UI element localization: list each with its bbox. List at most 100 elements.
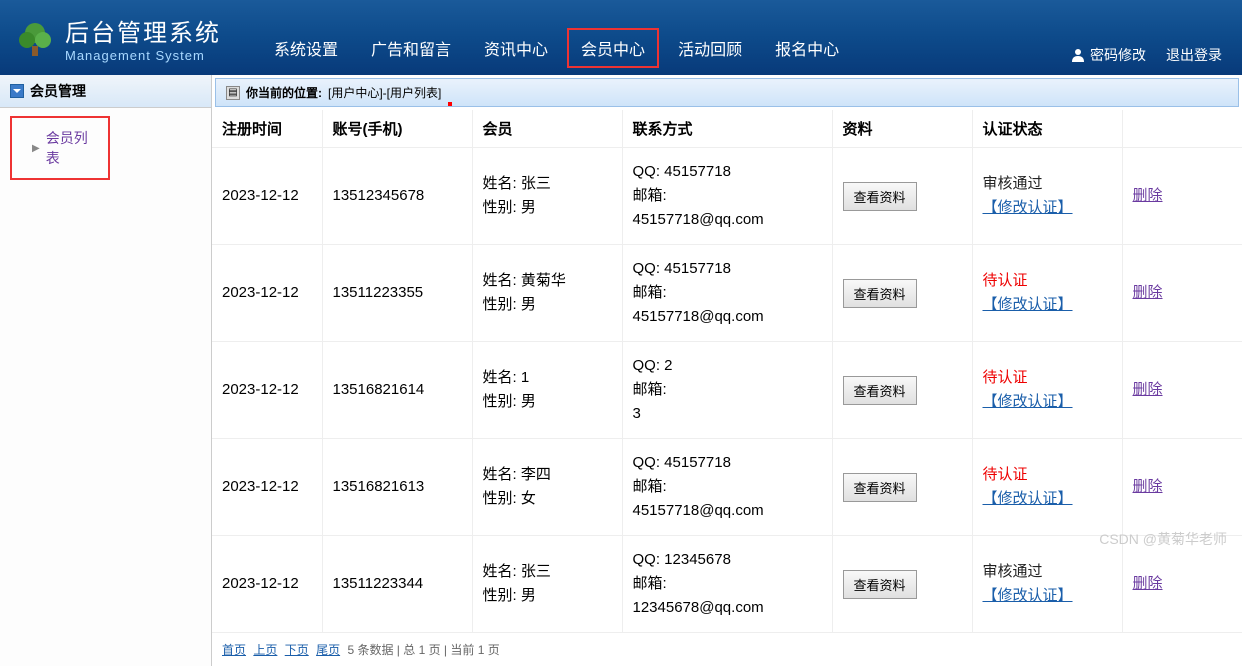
col-auth: 认证状态 — [972, 110, 1122, 148]
pager-last[interactable]: 尾页 — [316, 643, 340, 657]
logout-link[interactable]: 退出登录 — [1166, 45, 1222, 65]
cell-auth: 待认证【修改认证】 — [972, 245, 1122, 342]
sidebar-group-title: 会员管理 — [30, 81, 86, 101]
cell-contact: QQ: 45157718邮箱:45157718@qq.com — [622, 148, 832, 245]
table-row: 2023-12-1213511223344姓名: 张三性别: 男QQ: 1234… — [212, 536, 1242, 633]
cell-auth: 待认证【修改认证】 — [972, 439, 1122, 536]
table-row: 2023-12-1213512345678姓名: 张三性别: 男QQ: 4515… — [212, 148, 1242, 245]
change-password-label: 密码修改 — [1090, 45, 1146, 65]
app-subtitle: Management System — [65, 48, 221, 63]
nav-item-4[interactable]: 活动回顾 — [664, 28, 756, 68]
table-row: 2023-12-1213511223355姓名: 黄菊华性别: 男QQ: 451… — [212, 245, 1242, 342]
change-password-link[interactable]: 密码修改 — [1071, 45, 1146, 65]
breadcrumb: ▤ 你当前的位置: [用户中心]-[用户列表] — [215, 78, 1239, 107]
main-content: ▤ 你当前的位置: [用户中心]-[用户列表] 注册时间 账号(手机) 会员 联… — [212, 75, 1242, 666]
sidebar-item-label: 会员列表 — [46, 128, 88, 168]
cell-reg-time: 2023-12-12 — [212, 439, 322, 536]
pager-next[interactable]: 下页 — [285, 643, 309, 657]
view-profile-button[interactable]: 查看资料 — [843, 473, 917, 502]
cell-account: 13511223344 — [322, 536, 472, 633]
arrow-icon: ▶ — [32, 143, 40, 154]
nav-item-5[interactable]: 报名中心 — [761, 28, 853, 68]
sidebar-group-header[interactable]: 会员管理 — [0, 75, 211, 108]
view-profile-button[interactable]: 查看资料 — [843, 182, 917, 211]
breadcrumb-path: [用户中心]-[用户列表] — [328, 84, 441, 101]
delete-link[interactable]: 删除 — [1133, 381, 1163, 398]
delete-link[interactable]: 删除 — [1133, 187, 1163, 204]
cell-op: 删除 — [1122, 439, 1242, 536]
table-row: 2023-12-1213516821613姓名: 李四性别: 女QQ: 4515… — [212, 439, 1242, 536]
delete-link[interactable]: 删除 — [1133, 284, 1163, 301]
logo-area: 后台管理系统 Management System — [0, 13, 260, 63]
view-profile-button[interactable]: 查看资料 — [843, 570, 917, 599]
auth-status: 审核通过 — [983, 563, 1043, 580]
cell-auth: 审核通过【修改认证】 — [972, 536, 1122, 633]
app-title: 后台管理系统 — [65, 13, 221, 48]
cell-account: 13512345678 — [322, 148, 472, 245]
cell-auth: 审核通过【修改认证】 — [972, 148, 1122, 245]
cell-profile: 查看资料 — [832, 439, 972, 536]
col-member: 会员 — [472, 110, 622, 148]
auth-status: 待认证 — [983, 466, 1028, 483]
pager-first[interactable]: 首页 — [222, 643, 246, 657]
cell-contact: QQ: 12345678邮箱:12345678@qq.com — [622, 536, 832, 633]
delete-link[interactable]: 删除 — [1133, 575, 1163, 592]
cell-profile: 查看资料 — [832, 342, 972, 439]
delete-link[interactable]: 删除 — [1133, 478, 1163, 495]
nav-item-2[interactable]: 资讯中心 — [470, 28, 562, 68]
main-nav: 系统设置广告和留言资讯中心会员中心活动回顾报名中心 — [260, 8, 853, 68]
cell-reg-time: 2023-12-12 — [212, 148, 322, 245]
cell-contact: QQ: 2邮箱:3 — [622, 342, 832, 439]
table-header-row: 注册时间 账号(手机) 会员 联系方式 资料 认证状态 — [212, 110, 1242, 148]
page-icon: ▤ — [226, 86, 240, 100]
view-profile-button[interactable]: 查看资料 — [843, 279, 917, 308]
cell-reg-time: 2023-12-12 — [212, 342, 322, 439]
cell-op: 删除 — [1122, 536, 1242, 633]
cell-member: 姓名: 张三性别: 男 — [472, 148, 622, 245]
auth-status: 待认证 — [983, 272, 1028, 289]
cell-op: 删除 — [1122, 245, 1242, 342]
nav-item-3[interactable]: 会员中心 — [567, 28, 659, 68]
cell-profile: 查看资料 — [832, 536, 972, 633]
col-op — [1122, 110, 1242, 148]
col-contact: 联系方式 — [622, 110, 832, 148]
cell-account: 13516821614 — [322, 342, 472, 439]
cell-member: 姓名: 张三性别: 男 — [472, 536, 622, 633]
col-reg-time: 注册时间 — [212, 110, 322, 148]
modify-auth-link[interactable]: 【修改认证】 — [983, 393, 1073, 410]
cell-reg-time: 2023-12-12 — [212, 536, 322, 633]
person-icon — [1071, 48, 1085, 62]
collapse-icon — [10, 84, 24, 98]
tree-icon — [15, 18, 55, 58]
cell-op: 删除 — [1122, 148, 1242, 245]
table-row: 2023-12-1213516821614姓名: 1性别: 男QQ: 2邮箱:3… — [212, 342, 1242, 439]
pager-info: 5 条数据 | 总 1 页 | 当前 1 页 — [347, 643, 499, 657]
nav-item-1[interactable]: 广告和留言 — [357, 28, 465, 68]
header-right: 密码修改 退出登录 — [1071, 45, 1222, 65]
col-account: 账号(手机) — [322, 110, 472, 148]
watermark: CSDN @黄菊华老师 — [1099, 529, 1227, 549]
cell-member: 姓名: 1性别: 男 — [472, 342, 622, 439]
modify-auth-link[interactable]: 【修改认证】 — [983, 490, 1073, 507]
cell-account: 13511223355 — [322, 245, 472, 342]
cell-contact: QQ: 45157718邮箱:45157718@qq.com — [622, 245, 832, 342]
modify-auth-link[interactable]: 【修改认证】 — [983, 199, 1073, 216]
view-profile-button[interactable]: 查看资料 — [843, 376, 917, 405]
cell-member: 姓名: 李四性别: 女 — [472, 439, 622, 536]
nav-item-0[interactable]: 系统设置 — [260, 28, 352, 68]
sidebar: 会员管理 ▶ 会员列表 — [0, 75, 212, 666]
cell-profile: 查看资料 — [832, 245, 972, 342]
cell-reg-time: 2023-12-12 — [212, 245, 322, 342]
pager-prev[interactable]: 上页 — [253, 643, 277, 657]
breadcrumb-prefix: 你当前的位置: — [246, 84, 322, 101]
modify-auth-link[interactable]: 【修改认证】 — [983, 296, 1073, 313]
sidebar-item-member-list[interactable]: ▶ 会员列表 — [10, 116, 110, 180]
modify-auth-link[interactable]: 【修改认证】 — [983, 587, 1073, 604]
cell-member: 姓名: 黄菊华性别: 男 — [472, 245, 622, 342]
cell-op: 删除 — [1122, 342, 1242, 439]
cell-auth: 待认证【修改认证】 — [972, 342, 1122, 439]
col-profile: 资料 — [832, 110, 972, 148]
pager: 首页 上页 下页 尾页 5 条数据 | 总 1 页 | 当前 1 页 — [212, 633, 1242, 666]
cell-account: 13516821613 — [322, 439, 472, 536]
header: 后台管理系统 Management System 系统设置广告和留言资讯中心会员… — [0, 0, 1242, 75]
